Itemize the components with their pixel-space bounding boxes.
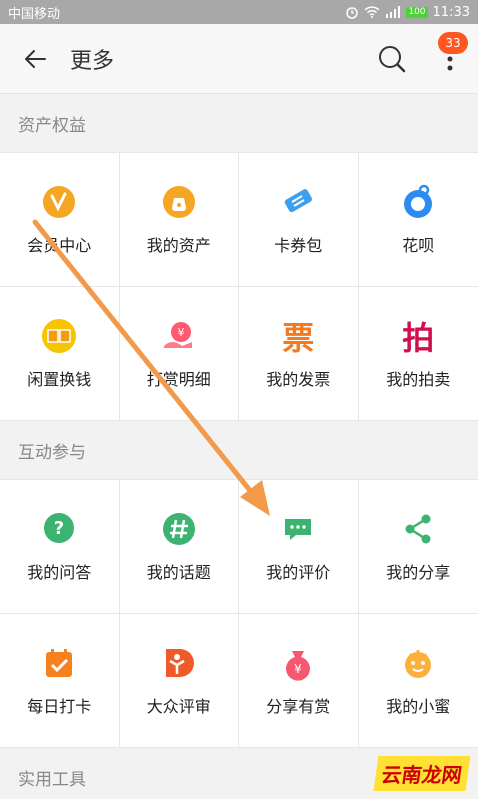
item-label: 我的小蜜: [386, 696, 451, 716]
signal-icon: [385, 6, 401, 18]
alarm-icon: [345, 5, 359, 19]
wifi-icon: [364, 6, 380, 18]
huabei-icon: [400, 184, 436, 220]
svg-text:¥: ¥: [294, 662, 302, 676]
section-interaction: 互动参与 ? 我的问答 我的话题 我的评价 我的分享 每日打卡 大众评审 ¥ 分…: [0, 421, 478, 748]
assistant-icon: [400, 645, 436, 681]
reward-detail-icon: ¥: [161, 318, 197, 354]
section-title: 资产权益: [18, 115, 86, 136]
share-icon: [400, 511, 436, 547]
section-title: 互动参与: [18, 442, 86, 463]
item-label: 卡券包: [274, 235, 323, 255]
checkin-icon: [41, 645, 77, 681]
grid-item-reward-detail[interactable]: ¥ 打赏明细: [119, 287, 239, 421]
grid-item-share-reward[interactable]: ¥ 分享有赏: [239, 614, 359, 748]
vip-icon: [41, 184, 77, 220]
more-menu-button[interactable]: 33: [422, 24, 478, 94]
interaction-grid: ? 我的问答 我的话题 我的评价 我的分享 每日打卡 大众评审 ¥ 分享有赏 我…: [0, 479, 478, 748]
search-button[interactable]: [362, 24, 422, 94]
item-label: 大众评审: [146, 696, 211, 716]
item-label: 每日打卡: [27, 696, 92, 716]
watermark-logo: 云南龙网: [373, 756, 471, 791]
coupon-icon: [280, 184, 316, 220]
grid-item-my-review[interactable]: 我的评价: [239, 480, 359, 614]
notification-badge: 33: [438, 31, 468, 54]
grid-item-my-topic[interactable]: 我的话题: [119, 480, 239, 614]
money-bag-icon: [161, 184, 197, 220]
top-bar: 更多 33: [0, 24, 478, 94]
item-label: 我的拍卖: [386, 369, 451, 389]
item-label: 我的问答: [27, 562, 92, 582]
invoice-icon: 票: [282, 318, 315, 357]
battery-icon: 100: [406, 6, 428, 18]
status-right: 100 11:33: [345, 5, 470, 20]
review-icon: [280, 511, 316, 547]
item-label: 会员中心: [27, 235, 92, 255]
back-button[interactable]: [0, 24, 70, 94]
grid-item-auction[interactable]: 拍 我的拍卖: [358, 287, 478, 421]
grid-item-my-share[interactable]: 我的分享: [358, 480, 478, 614]
section-assets: 资产权益 会员中心 我的资产 卡券包 花呗 闲置换钱 ¥ 打赏明细 票 我的发票: [0, 94, 478, 421]
grid-item-invoice[interactable]: 票 我的发票: [239, 287, 359, 421]
public-review-icon: [161, 645, 197, 681]
time-label: 11:33: [432, 4, 470, 20]
auction-icon: 拍: [402, 318, 435, 357]
back-arrow-icon: [25, 49, 46, 68]
idle-exchange-icon: [41, 318, 77, 354]
grid-item-coupon[interactable]: 卡券包: [239, 153, 359, 287]
grid-item-public-review[interactable]: 大众评审: [119, 614, 239, 748]
item-label: 闲置换钱: [27, 369, 92, 389]
item-label: 花呗: [402, 235, 435, 255]
svg-text:?: ?: [54, 518, 64, 539]
item-label: 分享有赏: [266, 696, 331, 716]
status-bar: 中国移动 100 11:33: [0, 0, 478, 24]
grid-item-idle-exchange[interactable]: 闲置换钱: [0, 287, 120, 421]
grid-item-daily-checkin[interactable]: 每日打卡: [0, 614, 120, 748]
topic-icon: [161, 511, 197, 547]
assets-grid: 会员中心 我的资产 卡券包 花呗 闲置换钱 ¥ 打赏明细 票 我的发票 拍 我的…: [0, 152, 478, 421]
item-label: 打赏明细: [146, 369, 211, 389]
grid-item-my-assistant[interactable]: 我的小蜜: [358, 614, 478, 748]
grid-item-vip-center[interactable]: 会员中心: [0, 153, 120, 287]
item-label: 我的评价: [266, 562, 331, 582]
item-label: 我的话题: [146, 562, 211, 582]
grid-item-my-assets[interactable]: 我的资产: [119, 153, 239, 287]
item-label: 我的分享: [386, 562, 451, 582]
svg-text:¥: ¥: [177, 326, 184, 339]
qa-icon: ?: [41, 511, 77, 547]
grid-item-my-qa[interactable]: ? 我的问答: [0, 480, 120, 614]
share-reward-icon: ¥: [280, 645, 316, 681]
grid-item-huabei[interactable]: 花呗: [358, 153, 478, 287]
carrier-label: 中国移动: [8, 6, 61, 22]
page-title: 更多: [70, 48, 115, 74]
item-label: 我的资产: [146, 235, 211, 255]
item-label: 我的发票: [266, 369, 331, 389]
search-icon: [379, 45, 406, 72]
